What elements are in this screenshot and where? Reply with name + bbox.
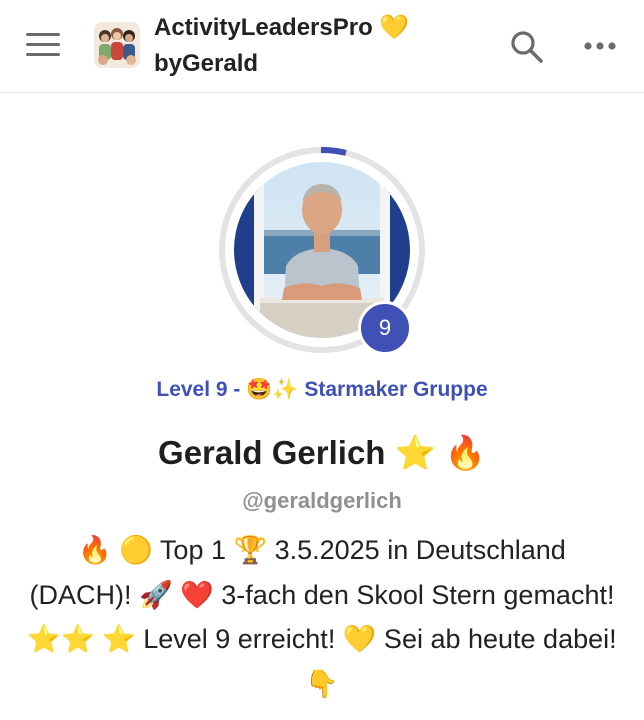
user-display-name: Gerald Gerlich ⭐ 🔥: [158, 434, 486, 471]
user-bio: 🔥 🟡 Top 1 🏆 3.5.2025 in Deutschland (DAC…: [27, 535, 617, 699]
group-title-line1: ActivityLeadersPro 💛: [154, 14, 410, 41]
search-icon[interactable]: [508, 28, 546, 66]
group-avatar[interactable]: [94, 22, 140, 68]
hamburger-menu-icon[interactable]: [26, 30, 62, 60]
level-badge: 9: [358, 301, 412, 355]
level-progress-arc: [320, 147, 347, 156]
user-handle: @geraldgerlich: [242, 488, 402, 513]
group-title[interactable]: ActivityLeadersPro 💛 byGerald: [154, 10, 484, 82]
group-title-line2: byGerald: [154, 50, 259, 77]
more-dots-icon[interactable]: [582, 36, 618, 56]
top-app-bar: ActivityLeadersPro 💛 byGerald: [0, 0, 644, 93]
level-label[interactable]: Level 9 - 🤩✨ Starmaker Gruppe: [0, 374, 644, 406]
